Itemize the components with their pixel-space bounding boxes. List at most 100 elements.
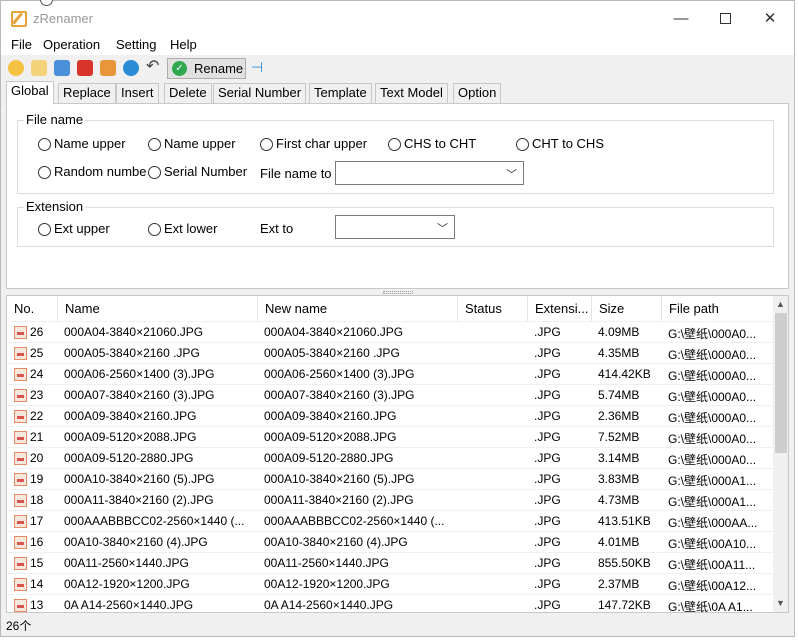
- cell-path: G:\壁纸\000A0...: [668, 327, 757, 341]
- cell-size: 2.37MB: [598, 577, 640, 591]
- radio-dot: [38, 166, 51, 179]
- cell-name: 000A06-2560×1400 (3).JPG: [64, 367, 215, 381]
- table-row[interactable]: 20 000A09-5120-2880.JPG 000A09-5120-2880.J…: [7, 447, 773, 468]
- table-row[interactable]: 21 000A09-5120×2088.JPG 000A09-5120×2088.J…: [7, 426, 773, 447]
- cell-no: 17: [30, 514, 44, 528]
- table-row[interactable]: 23 000A07-3840×2160 (3).JPG 000A07-3840×21…: [7, 384, 773, 405]
- table-row[interactable]: 19 000A10-3840×2160 (5).JPG 000A10-3840×21…: [7, 468, 773, 489]
- rename-button[interactable]: ✓ Rename: [167, 58, 246, 79]
- cell-no: 16: [30, 535, 44, 549]
- radio-label: Serial Number: [164, 164, 248, 179]
- image-file-icon: [14, 410, 27, 423]
- image-file-icon: [14, 389, 27, 402]
- column-header-new-name[interactable]: New name: [258, 296, 458, 321]
- radio-dot: [148, 166, 161, 179]
- tab-option[interactable]: Option: [453, 83, 502, 104]
- edit-list-icon[interactable]: [100, 60, 116, 76]
- tab-global[interactable]: Global: [6, 81, 54, 105]
- cell-new-name: 000A05-3840×2160 .JPG: [264, 346, 400, 360]
- table-row[interactable]: 15 00A11-2560×1440.JPG 00A11-2560×1440.JPG…: [7, 552, 773, 573]
- column-header-size[interactable]: Size: [592, 296, 662, 321]
- cell-path: G:\壁纸\0A A1...: [668, 600, 753, 613]
- table-row[interactable]: 16 00A10-3840×2160 (4).JPG 00A10-3840×2160…: [7, 531, 773, 552]
- ext-to-select[interactable]: ﹀: [335, 215, 455, 239]
- tab-text-model[interactable]: Text Model: [375, 83, 448, 104]
- cell-ext: .JPG: [534, 556, 561, 570]
- table-row[interactable]: 13 0A A14-2560×1440.JPG 0A A14-2560×1440.J…: [7, 594, 773, 613]
- table-row[interactable]: 24 000A06-2560×1400 (3).JPG 000A06-2560×14…: [7, 363, 773, 384]
- cell-path: G:\壁纸\000A0...: [668, 369, 757, 383]
- image-file-icon: [14, 494, 27, 507]
- add-file-icon[interactable]: [8, 60, 24, 76]
- cell-ext: .JPG: [534, 493, 561, 507]
- menu-help[interactable]: Help: [170, 37, 197, 52]
- undo-icon[interactable]: ↶: [146, 59, 162, 76]
- scroll-down-icon[interactable]: ▼: [776, 598, 785, 608]
- panel-splitter[interactable]: [383, 291, 413, 294]
- scrollbar-thumb[interactable]: [775, 313, 787, 453]
- tab-serial-number[interactable]: Serial Number: [213, 83, 307, 104]
- table-row[interactable]: 18 000A11-3840×2160 (2).JPG 000A11-3840×21…: [7, 489, 773, 510]
- cell-new-name: 00A11-2560×1440.JPG: [264, 556, 389, 570]
- cell-path: G:\壁纸\000A0...: [668, 348, 757, 362]
- refresh-icon[interactable]: [123, 60, 139, 76]
- cell-name: 00A10-3840×2160 (4).JPG: [64, 535, 208, 549]
- cell-ext: .JPG: [534, 325, 561, 339]
- menu-setting[interactable]: Setting: [116, 37, 156, 52]
- cell-name: 000AAABBBCC02-2560×1440 (...: [64, 514, 245, 528]
- radio-label: First char upper: [276, 136, 368, 151]
- cell-ext: .JPG: [534, 346, 561, 360]
- clear-icon[interactable]: [77, 60, 93, 76]
- radio-label: CHS to CHT: [404, 136, 477, 151]
- cell-name: 000A09-5120-2880.JPG: [64, 451, 194, 465]
- vertical-scrollbar[interactable]: ▲ ▼: [773, 296, 788, 612]
- file-name-to-label: File name to: [260, 166, 332, 181]
- table-row[interactable]: 22 000A09-3840×2160.JPG 000A09-3840×2160.J…: [7, 405, 773, 426]
- cell-new-name: 00A12-1920×1200.JPG: [264, 577, 390, 591]
- table-row[interactable]: 17 000AAABBBCC02-2560×1440 (... 000AAABBBC…: [7, 510, 773, 531]
- cell-new-name: 000A04-3840×21060.JPG: [264, 325, 404, 339]
- radio-label: Ext lower: [164, 221, 218, 236]
- column-header-extension[interactable]: Extensi...: [528, 296, 592, 321]
- image-file-icon: [14, 599, 27, 612]
- cell-ext: .JPG: [534, 367, 561, 381]
- menu-file[interactable]: File: [11, 37, 32, 52]
- cell-ext: .JPG: [534, 598, 561, 612]
- table-row[interactable]: 25 000A05-3840×2160 .JPG 000A05-3840×2160 …: [7, 342, 773, 363]
- column-header-status[interactable]: Status: [458, 296, 528, 321]
- cell-path: G:\壁纸\00A10...: [668, 537, 757, 551]
- cell-no: 19: [30, 472, 44, 486]
- file-name-to-select[interactable]: ﹀: [335, 161, 524, 185]
- cell-no: 26: [30, 325, 44, 339]
- column-header-name[interactable]: Name: [58, 296, 258, 321]
- column-header-no[interactable]: No.: [7, 296, 58, 321]
- table-row[interactable]: 26 000A04-3840×21060.JPG 000A04-3840×21060…: [7, 321, 773, 342]
- close-button[interactable]: ✕: [758, 9, 782, 29]
- cell-new-name: 000A07-3840×2160 (3).JPG: [264, 388, 415, 402]
- tab-replace[interactable]: Replace: [58, 83, 116, 104]
- tab-delete[interactable]: Delete: [164, 83, 212, 104]
- pin-icon[interactable]: ⊣: [251, 60, 267, 76]
- maximize-button[interactable]: [713, 9, 737, 29]
- table-row[interactable]: 14 00A12-1920×1200.JPG 00A12-1920×1200.JPG…: [7, 573, 773, 594]
- cell-name: 000A07-3840×2160 (3).JPG: [64, 388, 215, 402]
- cell-path: G:\壁纸\000A0...: [668, 411, 757, 425]
- copy-icon[interactable]: [54, 60, 70, 76]
- minimize-button[interactable]: —: [669, 9, 693, 29]
- radio-dot: [516, 138, 529, 151]
- cell-no: 25: [30, 346, 44, 360]
- radio-dot: [388, 138, 401, 151]
- image-file-icon: [14, 326, 27, 339]
- tab-insert[interactable]: Insert: [116, 83, 159, 104]
- add-folder-icon[interactable]: [31, 60, 47, 76]
- image-file-icon: [14, 431, 27, 444]
- cell-path: G:\壁纸\00A12...: [668, 579, 757, 593]
- scroll-up-icon[interactable]: ▲: [776, 299, 785, 309]
- cell-size: 4.09MB: [598, 325, 640, 339]
- tab-template[interactable]: Template: [309, 83, 372, 104]
- column-header-file-path[interactable]: File path: [662, 296, 773, 321]
- cell-no: 24: [30, 367, 44, 381]
- grid-header: No. Name New name Status Extensi... Size…: [7, 296, 773, 321]
- image-file-icon: [14, 452, 27, 465]
- menu-operation[interactable]: Operation: [43, 37, 100, 52]
